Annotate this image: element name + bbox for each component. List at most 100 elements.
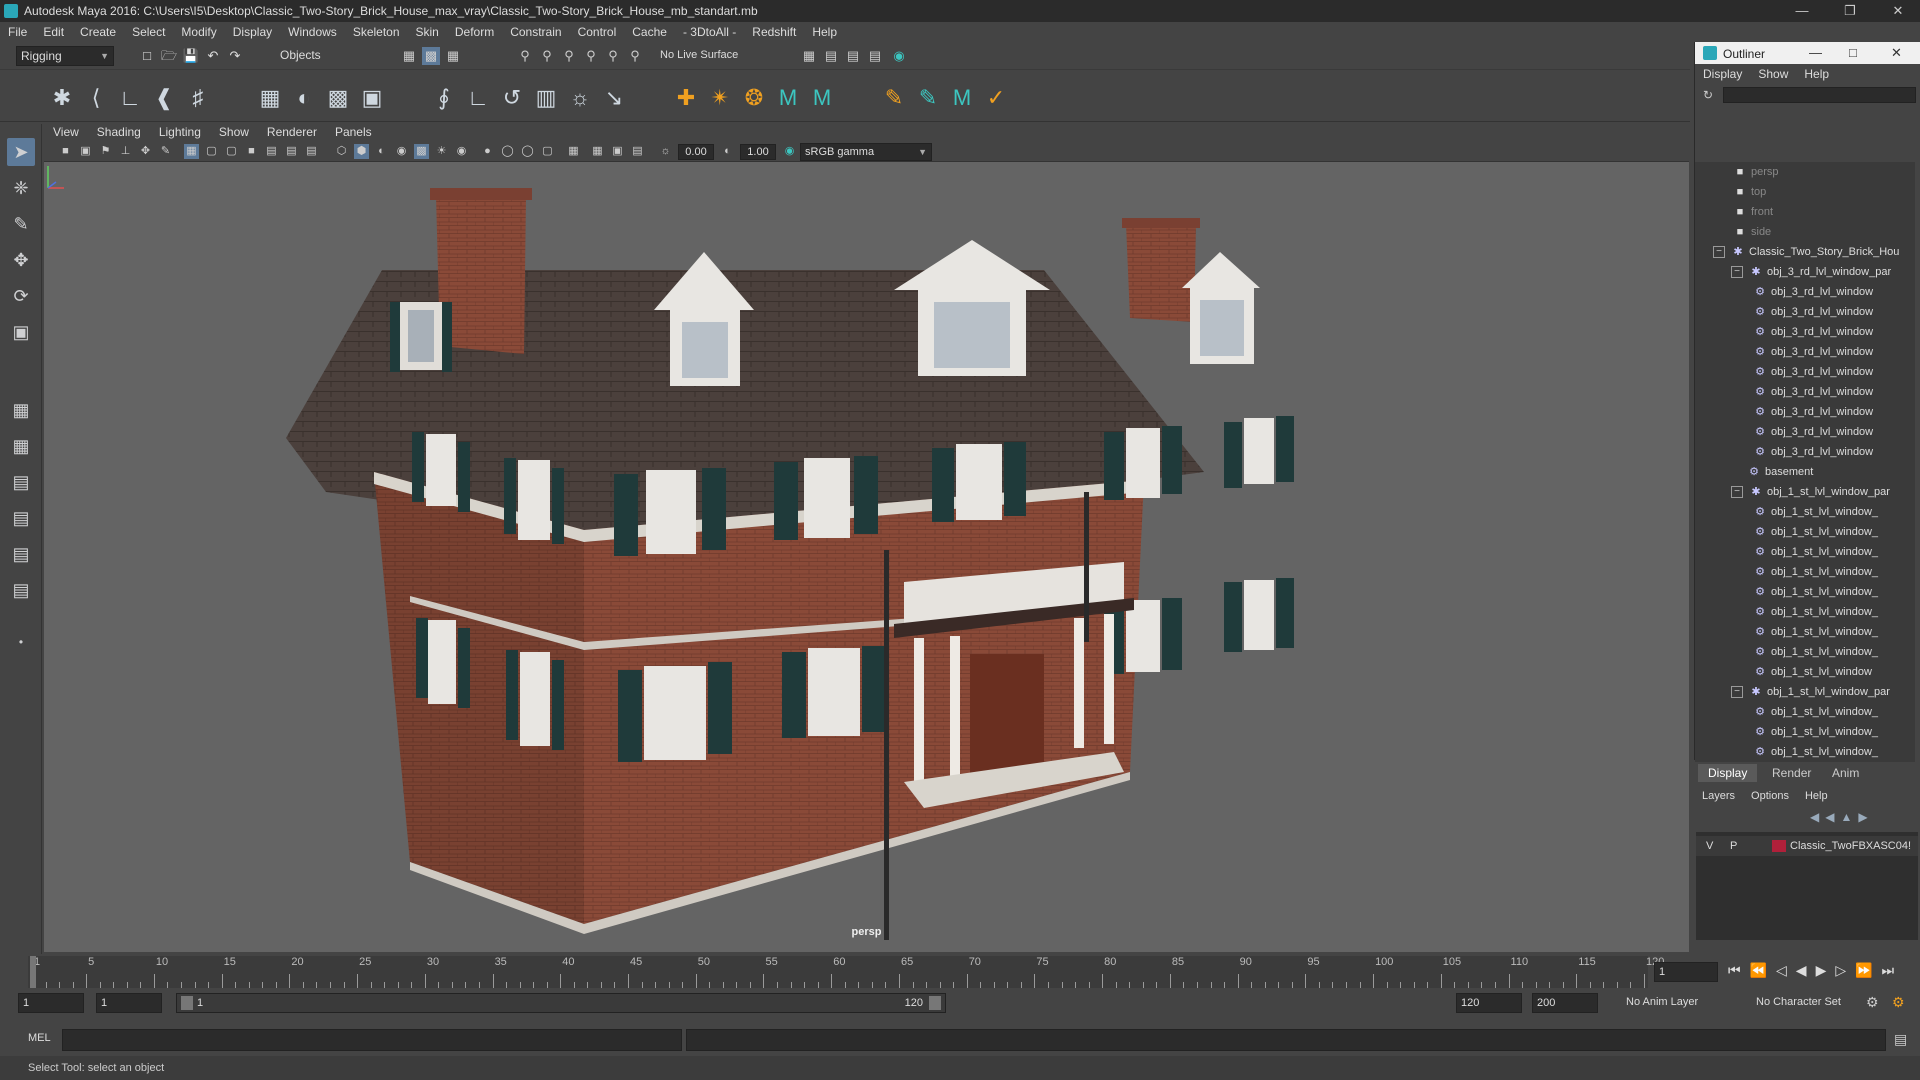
undo-icon[interactable]: ↶: [204, 47, 222, 65]
orient-constraint-icon[interactable]: ↺: [498, 84, 526, 112]
menu-help[interactable]: Help: [804, 22, 845, 42]
insert-joint-icon[interactable]: ❰: [150, 84, 178, 112]
range-handle-right[interactable]: [929, 996, 941, 1010]
menu-file[interactable]: File: [0, 22, 35, 42]
ipr-render-icon[interactable]: ▤: [866, 47, 884, 65]
point-constraint-icon[interactable]: ∮: [430, 84, 458, 112]
outliner-menu-display[interactable]: Display: [1695, 64, 1750, 84]
layout-more-icon[interactable]: •: [7, 628, 35, 656]
smooth-bind-icon[interactable]: ◐: [290, 84, 318, 112]
outliner-item[interactable]: ⚙ obj_3_rd_lvl_window: [1753, 322, 1873, 342]
resolution-gate-icon[interactable]: ▢: [224, 144, 239, 159]
menu-control[interactable]: Control: [570, 22, 625, 42]
layer-name[interactable]: Classic_TwoFBXASC04!: [1790, 836, 1918, 856]
menu-deform[interactable]: Deform: [447, 22, 502, 42]
paint-skin-icon[interactable]: ✎: [914, 84, 942, 112]
current-time-marker[interactable]: [30, 956, 36, 988]
pole-vector-icon[interactable]: ↘: [600, 84, 628, 112]
vp-menu-show[interactable]: Show: [210, 122, 258, 142]
outliner-item[interactable]: ⚙ obj_3_rd_lvl_window: [1753, 442, 1873, 462]
outliner-item[interactable]: − ✱ obj_3_rd_lvl_window_par: [1731, 262, 1891, 282]
persp-graph-icon[interactable]: ▤: [7, 504, 35, 532]
field-chart-icon[interactable]: ▤: [264, 144, 279, 159]
bind-skin-icon[interactable]: ▦: [256, 84, 284, 112]
film-gate-icon[interactable]: ▢: [204, 144, 219, 159]
time-slider-track[interactable]: 1 5 10 15 20 25 30 35 40 45 50 55 60 65 70 75 80 85 90 95 10…: [28, 956, 1664, 988]
layer-visibility-toggle[interactable]: V: [1706, 836, 1713, 856]
vp-menu-renderer[interactable]: Renderer: [258, 122, 326, 142]
outliner-item[interactable]: ⚙ obj_1_st_lvl_window_: [1753, 562, 1878, 582]
scale-constraint-icon[interactable]: ▥: [532, 84, 560, 112]
snap-together-icon[interactable]: ⚲: [626, 47, 644, 65]
auto-key-icon[interactable]: ⚙: [1866, 994, 1879, 1011]
outliner-close-button[interactable]: ✕: [1891, 45, 1902, 61]
exposure-field[interactable]: 0.00: [678, 144, 714, 160]
layer-menu-help[interactable]: Help: [1797, 786, 1836, 806]
layer-playback-toggle[interactable]: P: [1730, 836, 1737, 856]
script-language-label[interactable]: MEL: [28, 1032, 51, 1044]
four-view-icon[interactable]: ▦: [7, 432, 35, 460]
isolate-select-icon[interactable]: ▢: [540, 144, 555, 159]
lattice-icon[interactable]: ▩: [324, 84, 352, 112]
menu-select[interactable]: Select: [124, 22, 173, 42]
new-scene-icon[interactable]: □: [138, 47, 156, 65]
outliner-item[interactable]: ■ top: [1733, 182, 1767, 202]
aim-constraint-icon[interactable]: ∟: [464, 84, 492, 112]
outliner-item[interactable]: ⚙ obj_1_st_lvl_window_: [1753, 522, 1878, 542]
playback-start-field[interactable]: 1: [96, 993, 162, 1013]
exposure-icon[interactable]: ☼: [658, 144, 673, 159]
wireframe-icon[interactable]: ⬡: [334, 144, 349, 159]
outliner-search-input[interactable]: [1723, 87, 1916, 103]
paint-select-icon[interactable]: ✎: [7, 210, 35, 238]
color-management-icon[interactable]: ◉: [782, 144, 797, 159]
redo-icon[interactable]: ↷: [226, 47, 244, 65]
xray-joints-icon[interactable]: ▦: [590, 144, 605, 159]
joint-tool-icon[interactable]: ✱: [48, 84, 76, 112]
outliner-tree[interactable]: ■ persp ■ top ■ front ■ side − ✱ Classic_Two_Story…: [1695, 162, 1915, 782]
2d-pan-icon[interactable]: ✥: [138, 144, 153, 159]
menu-windows[interactable]: Windows: [280, 22, 345, 42]
gate-mask-icon[interactable]: ■: [244, 144, 259, 159]
outliner-maximize-button[interactable]: □: [1849, 45, 1857, 60]
outliner-layout-icon[interactable]: ▤: [7, 576, 35, 604]
xray-icon[interactable]: ▦: [566, 144, 581, 159]
camera-attr-icon[interactable]: ▣: [78, 144, 93, 159]
vp-menu-panels[interactable]: Panels: [326, 122, 381, 142]
outliner-item[interactable]: ⚙ obj_1_st_lvl_window_: [1753, 742, 1878, 762]
camera-select-icon[interactable]: ■: [58, 144, 73, 159]
save-scene-icon[interactable]: 💾: [182, 47, 200, 65]
layer-menu-options[interactable]: Options: [1743, 786, 1797, 806]
outliner-item[interactable]: ■ front: [1733, 202, 1773, 222]
persp-outliner-icon[interactable]: ▤: [7, 468, 35, 496]
render-current-icon[interactable]: ▤: [844, 47, 862, 65]
menu-3dtoall[interactable]: - 3DtoAll -: [675, 22, 744, 42]
outliner-item[interactable]: ⚙ obj_3_rd_lvl_window: [1753, 422, 1873, 442]
outliner-item[interactable]: ⚙ obj_1_st_lvl_window_: [1753, 582, 1878, 602]
image-plane-icon[interactable]: ⊥: [118, 144, 133, 159]
outliner-item[interactable]: ⚙ obj_1_st_lvl_window_: [1753, 722, 1878, 742]
outliner-item[interactable]: ⚙ obj_1_st_lvl_window_: [1753, 602, 1878, 622]
open-scene-icon[interactable]: 🗁: [160, 47, 178, 65]
snap-curve-icon[interactable]: ⚲: [538, 47, 556, 65]
outliner-item[interactable]: ⚙ obj_3_rd_lvl_window: [1753, 402, 1873, 422]
outliner-item[interactable]: − ✱ obj_1_st_lvl_window_par: [1731, 482, 1890, 502]
safe-title-icon[interactable]: ▤: [304, 144, 319, 159]
collapse-icon[interactable]: −: [1731, 486, 1743, 498]
menu-create[interactable]: Create: [72, 22, 124, 42]
snap-view-icon[interactable]: ⚲: [582, 47, 600, 65]
anti-alias-icon[interactable]: ◯: [500, 144, 515, 159]
shadows-icon[interactable]: ☀: [434, 144, 449, 159]
outliner-item[interactable]: ⚙ obj_1_st_lvl_window_: [1753, 542, 1878, 562]
check-icon[interactable]: ✓: [982, 84, 1010, 112]
layer-menu-layers[interactable]: Layers: [1694, 786, 1743, 806]
hypershade-icon[interactable]: ◉: [890, 47, 908, 65]
range-bar[interactable]: 1 120: [176, 993, 946, 1013]
outliner-menu-help[interactable]: Help: [1796, 64, 1837, 84]
motionbuilder-icon[interactable]: M: [948, 84, 976, 112]
menu-constrain[interactable]: Constrain: [502, 22, 569, 42]
joint-orient-icon[interactable]: ✴: [706, 84, 734, 112]
gamma-icon[interactable]: ◐: [720, 144, 735, 159]
snap-grid-icon[interactable]: ⚲: [516, 47, 534, 65]
hik-icon[interactable]: ❂: [740, 84, 768, 112]
outliner-menu-show[interactable]: Show: [1750, 64, 1796, 84]
